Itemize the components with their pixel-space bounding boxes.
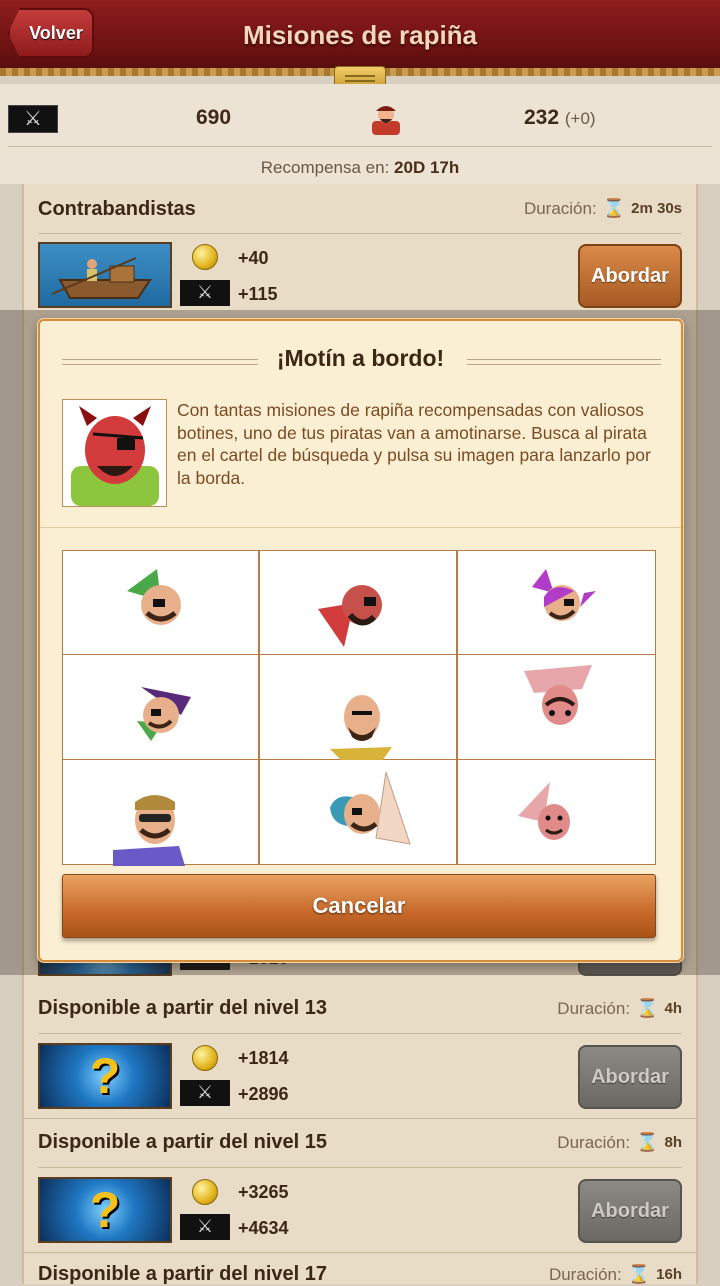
- boat-image: [38, 242, 172, 308]
- pirate-cell[interactable]: [457, 551, 655, 656]
- divider: [38, 1167, 682, 1168]
- board-button[interactable]: Abordar: [578, 244, 682, 308]
- mission-card: Disponible a partir del nivel 17 Duració…: [24, 1252, 696, 1285]
- page-title: Misiones de rapiña: [242, 20, 478, 50]
- divider: [8, 146, 712, 147]
- gold-reward: +1814: [238, 1048, 289, 1068]
- reward-label: Recompensa en:: [260, 158, 390, 177]
- raid-reward: +4634: [238, 1218, 289, 1238]
- mission-title: Disponible a partir del nivel 15: [38, 1131, 327, 1153]
- pirate-count-value: 232: [524, 106, 560, 129]
- dialog-message: Con tantas misiones de rapiña recompensa…: [177, 400, 651, 488]
- reward-line: Recompensa en: 20D 17h: [0, 158, 720, 178]
- question-mark-icon: ?: [89, 1048, 121, 1104]
- mission-duration: Duración: ⌛ 2m 30s: [524, 198, 682, 219]
- pirate-cell[interactable]: [63, 655, 261, 760]
- raid-points: 690: [196, 106, 232, 129]
- mission-card: Disponible a partir del nivel 13 Duració…: [24, 985, 696, 1118]
- pirate-cell[interactable]: [260, 759, 458, 864]
- divider: [38, 1033, 682, 1034]
- mission-title: Contrabandistas: [38, 198, 196, 220]
- mission-title: Disponible a partir del nivel 13: [38, 997, 327, 1019]
- hourglass-icon: ⌛: [636, 998, 659, 1018]
- top-bar: Volver Misiones de rapiña: [0, 0, 720, 76]
- divider: [40, 527, 681, 528]
- title-rule-right: [467, 359, 661, 365]
- mutineer-portrait: [62, 399, 167, 507]
- coin-icon: [192, 1045, 218, 1071]
- swords-icon: ⚔: [180, 280, 230, 306]
- locked-mission-image: ?: [38, 1043, 172, 1109]
- hourglass-icon: ⌛: [627, 1264, 651, 1284]
- raid-reward: +2896: [238, 1084, 289, 1104]
- pirate-count: 232 (+0): [524, 106, 596, 130]
- duration-label: Duración:: [557, 1132, 631, 1152]
- duration-label: Duración:: [557, 998, 631, 1018]
- mission-duration: Duración: ⌛ 8h: [557, 1132, 682, 1153]
- pirate-cell[interactable]: [457, 759, 655, 864]
- pirate-cell[interactable]: [63, 551, 261, 656]
- duration-value: 8h: [664, 1134, 682, 1151]
- mission-duration: Duración: ⌛ 16h: [549, 1264, 682, 1285]
- cancel-button[interactable]: Cancelar: [62, 874, 656, 938]
- gold-reward: +3265: [238, 1182, 289, 1202]
- wanted-grid: [62, 550, 656, 866]
- board-button-disabled: Abordar: [578, 1179, 682, 1243]
- stats-bar: ⚔ 690 232 (+0) Recompensa en: 20D 17h: [0, 84, 720, 184]
- pirate-icon: [372, 106, 400, 135]
- board-button-disabled: Abordar: [578, 1045, 682, 1109]
- coin-icon: [192, 1179, 218, 1205]
- duration-value: 2m 30s: [631, 200, 682, 217]
- pirate-cell[interactable]: [63, 759, 261, 866]
- divider: [38, 233, 682, 234]
- question-mark-icon: ?: [89, 1182, 121, 1238]
- coin-icon: [192, 244, 218, 270]
- swords-icon: ⚔: [180, 1080, 230, 1106]
- raid-reward: +115: [238, 284, 278, 304]
- mission-card: Disponible a partir del nivel 15 Duració…: [24, 1118, 696, 1251]
- duration-label: Duración:: [523, 198, 597, 218]
- mission-title: Disponible a partir del nivel 17: [38, 1263, 327, 1285]
- duration-label: Duración:: [548, 1264, 622, 1284]
- hourglass-icon: ⌛: [636, 1132, 659, 1152]
- reward-time: 20D 17h: [394, 158, 460, 177]
- duration-value: 4h: [664, 1000, 682, 1017]
- pirate-cell[interactable]: [457, 655, 655, 760]
- pirate-delta: (+0): [564, 109, 596, 128]
- duration-value: 16h: [656, 1266, 682, 1283]
- pirate-cell[interactable]: [260, 551, 458, 656]
- hourglass-icon: ⌛: [602, 198, 626, 218]
- mutiny-dialog: ¡Motín a bordo! Con tantas misiones de r…: [38, 319, 683, 962]
- mission-duration: Duración: ⌛ 4h: [557, 998, 682, 1019]
- gold-reward: +40: [238, 248, 269, 268]
- swords-icon: ⚔: [180, 1214, 230, 1240]
- pirate-cell[interactable]: [260, 655, 458, 762]
- locked-mission-image: ?: [38, 1177, 172, 1243]
- swords-icon: ⚔: [8, 105, 58, 133]
- mission-card: Contrabandistas Duración: ⌛ 2m 30s +40 ⚔…: [24, 184, 696, 314]
